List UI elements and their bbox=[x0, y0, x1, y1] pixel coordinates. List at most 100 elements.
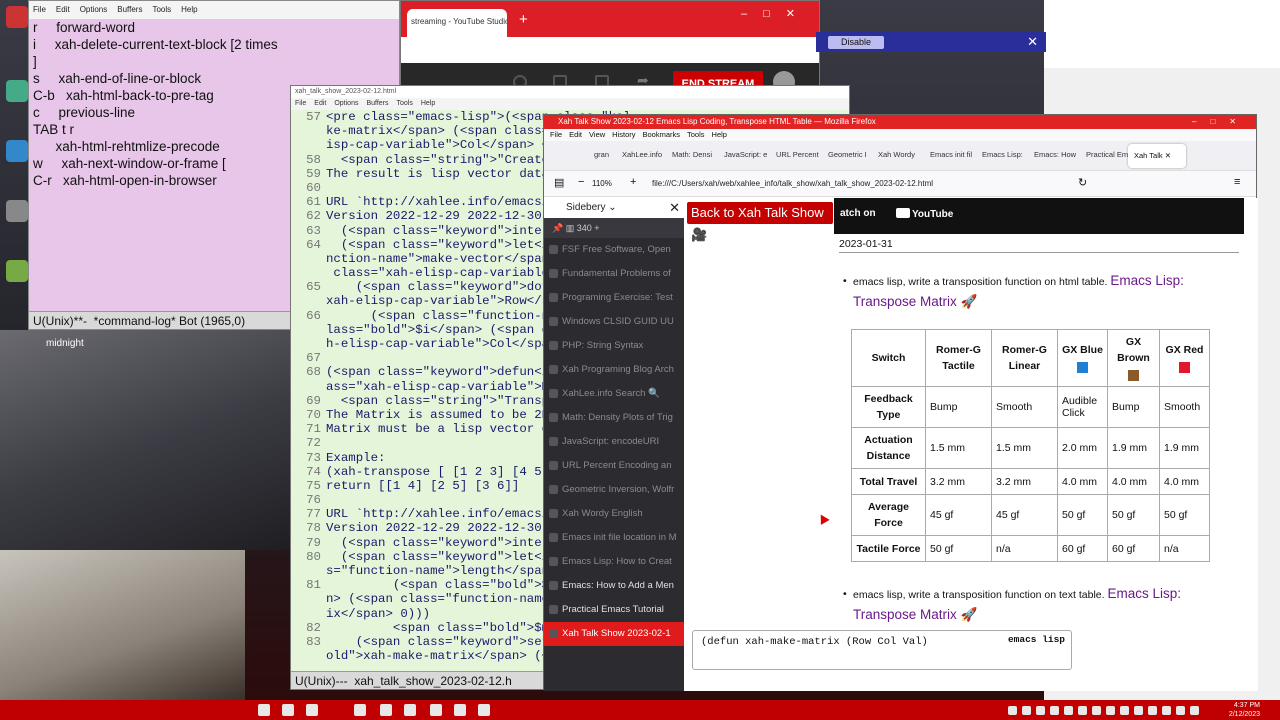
sidebery-tab-item[interactable]: Xah Talk Show 2023-02-1 bbox=[544, 622, 684, 646]
youtube-address-bar[interactable] bbox=[401, 37, 819, 63]
sidebery-tab-item[interactable]: JavaScript: encodeURI bbox=[544, 430, 684, 454]
taskbar-app-icon[interactable] bbox=[282, 704, 294, 716]
sidebery-header[interactable]: Sidebery ⌄ ✕ bbox=[544, 198, 684, 218]
tab[interactable]: Geometric I bbox=[828, 150, 867, 159]
menu-item-tools[interactable]: Tools bbox=[687, 130, 705, 139]
url-bar[interactable]: file:///C:/Users/xah/web/xahlee_info/tal… bbox=[652, 176, 1030, 192]
sidebery-tab-item[interactable]: FSF Free Software, Open bbox=[544, 238, 684, 262]
taskbar-app-icon[interactable] bbox=[430, 704, 442, 716]
tab[interactable]: gran bbox=[594, 150, 609, 159]
close-icon[interactable]: ✕ bbox=[669, 198, 680, 218]
taskbar-app-icon[interactable] bbox=[404, 704, 416, 716]
menu-item-view[interactable]: View bbox=[589, 130, 605, 139]
table-row: Tactile Force 50 gf n/a 60 gf 60 gf n/a bbox=[851, 535, 1210, 562]
menu-item-help[interactable]: Help bbox=[181, 5, 197, 14]
tray-icon[interactable] bbox=[1134, 706, 1143, 715]
tray-icon[interactable] bbox=[1092, 706, 1101, 715]
menu-item-edit[interactable]: Edit bbox=[569, 130, 582, 139]
sidebery-tab-item[interactable]: Math: Density Plots of Trig bbox=[544, 406, 684, 430]
share-icon[interactable]: ➦ bbox=[637, 72, 651, 88]
sidebery-tab-item[interactable]: Xah Wordy English bbox=[544, 502, 684, 526]
taskbar-app-icon[interactable] bbox=[258, 704, 270, 716]
desktop-shortcut-icon[interactable] bbox=[6, 200, 28, 222]
youtube-studio-tab[interactable]: streaming - YouTube Studio bbox=[407, 9, 507, 37]
code-text: (<span class="keyword">interacti bbox=[326, 223, 579, 238]
embedded-video[interactable]: atch on YouTube bbox=[834, 198, 1244, 234]
sidebery-tab-item[interactable]: Emacs: How to Add a Men bbox=[544, 574, 684, 598]
sidebery-tab-item[interactable]: Practical Emacs Tutorial bbox=[544, 598, 684, 622]
tab[interactable]: Emacs init fil bbox=[930, 150, 972, 159]
menu-item-options[interactable]: Options bbox=[334, 100, 358, 107]
tray-icon[interactable] bbox=[1162, 706, 1171, 715]
taskbar-app-icon[interactable] bbox=[306, 704, 318, 716]
menu-item-tools[interactable]: Tools bbox=[152, 5, 171, 14]
tab[interactable]: Practical Em bbox=[1086, 150, 1128, 159]
menu-item-buffers[interactable]: Buffers bbox=[117, 5, 142, 14]
taskbar-app-icon[interactable] bbox=[380, 704, 392, 716]
tab[interactable]: Math: Densi bbox=[672, 150, 712, 159]
menu-item-options[interactable]: Options bbox=[80, 5, 108, 14]
tray-icon[interactable] bbox=[1176, 706, 1185, 715]
close-icon[interactable]: ✕ bbox=[1027, 34, 1038, 50]
tab[interactable]: Emacs Lisp: bbox=[982, 150, 1023, 159]
tab[interactable]: URL Percent bbox=[776, 150, 819, 159]
menu-item-help[interactable]: Help bbox=[712, 130, 727, 139]
reload-icon[interactable]: ↻ bbox=[1078, 176, 1087, 189]
tray-icon[interactable] bbox=[1190, 706, 1199, 715]
tab[interactable]: JavaScript: e bbox=[724, 150, 767, 159]
tray-icon[interactable] bbox=[1036, 706, 1045, 715]
menu-item-history[interactable]: History bbox=[612, 130, 635, 139]
menu-item-bookmarks[interactable]: Bookmarks bbox=[643, 130, 681, 139]
desktop-shortcut-icon[interactable] bbox=[6, 140, 28, 162]
taskbar-app-icon[interactable] bbox=[454, 704, 466, 716]
sidebery-tab-item[interactable]: Emacs init file location in M bbox=[544, 526, 684, 550]
sidebery-tab-item[interactable]: Xah Programing Blog Arch bbox=[544, 358, 684, 382]
tray-icon[interactable] bbox=[1064, 706, 1073, 715]
column-header-label: Romer-G Tactile bbox=[936, 344, 981, 372]
desktop-shortcut-icon[interactable] bbox=[6, 260, 28, 282]
menu-item-edit[interactable]: Edit bbox=[56, 5, 70, 14]
sidebar-toggle-icon[interactable]: ▤ bbox=[554, 176, 564, 189]
tab[interactable]: Emacs: How bbox=[1034, 150, 1076, 159]
menu-item-file[interactable]: File bbox=[550, 130, 562, 139]
tray-icon[interactable] bbox=[1050, 706, 1059, 715]
sidebery-tab-item[interactable]: Geometric Inversion, Wolfr bbox=[544, 478, 684, 502]
tab[interactable]: XahLee.info bbox=[622, 150, 662, 159]
menu-item-file[interactable]: File bbox=[295, 100, 306, 107]
sidebery-tab-item[interactable]: Programing Exercise: Test bbox=[544, 286, 684, 310]
new-tab-icon[interactable]: + bbox=[519, 11, 528, 28]
recycle-bin-icon[interactable] bbox=[6, 6, 28, 28]
taskbar-app-icon[interactable] bbox=[354, 704, 366, 716]
tray-icon[interactable] bbox=[1008, 706, 1017, 715]
zoom-level[interactable]: 110% bbox=[592, 176, 612, 192]
youtube-logo[interactable]: YouTube bbox=[896, 208, 953, 220]
sidebery-tab-item[interactable]: PHP: String Syntax bbox=[544, 334, 684, 358]
menu-item-help[interactable]: Help bbox=[421, 100, 435, 107]
tray-icon[interactable] bbox=[1106, 706, 1115, 715]
sidebery-tab-item[interactable]: Fundamental Problems of bbox=[544, 262, 684, 286]
menu-item-tools[interactable]: Tools bbox=[397, 100, 413, 107]
window-controls[interactable]: –□✕ bbox=[741, 7, 811, 20]
disable-button[interactable]: Disable bbox=[828, 36, 884, 49]
taskbar-clock[interactable]: 4:37 PM 2/12/2023 bbox=[1229, 701, 1260, 719]
back-to-talk-show-button[interactable]: Back to Xah Talk Show 🎥 bbox=[687, 202, 833, 242]
menu-item-file[interactable]: File bbox=[33, 5, 46, 14]
desktop-shortcut-icon[interactable] bbox=[6, 80, 28, 102]
tray-icon[interactable] bbox=[1120, 706, 1129, 715]
menu-icon[interactable]: ≡ bbox=[1234, 176, 1240, 188]
sidebery-tab-item[interactable]: URL Percent Encoding an bbox=[544, 454, 684, 478]
tray-icon[interactable] bbox=[1078, 706, 1087, 715]
tray-icon[interactable] bbox=[1022, 706, 1031, 715]
sidebery-tab-item[interactable]: XahLee.info Search 🔍 bbox=[544, 382, 684, 406]
taskbar-app-icon[interactable] bbox=[478, 704, 490, 716]
sidebery-tab-item[interactable]: Windows CLSID GUID UU bbox=[544, 310, 684, 334]
zoom-in-icon[interactable]: + bbox=[630, 176, 636, 188]
tab-active[interactable]: Xah Talk ✕ bbox=[1128, 144, 1186, 168]
tray-icon[interactable] bbox=[1148, 706, 1157, 715]
tab[interactable]: Xah Wordy bbox=[878, 150, 915, 159]
menu-item-edit[interactable]: Edit bbox=[314, 100, 326, 107]
sidebery-tab-item[interactable]: Emacs Lisp: How to Creat bbox=[544, 550, 684, 574]
zoom-out-icon[interactable]: − bbox=[578, 176, 584, 188]
window-controls[interactable]: –□✕ bbox=[1192, 115, 1250, 129]
menu-item-buffers[interactable]: Buffers bbox=[366, 100, 388, 107]
